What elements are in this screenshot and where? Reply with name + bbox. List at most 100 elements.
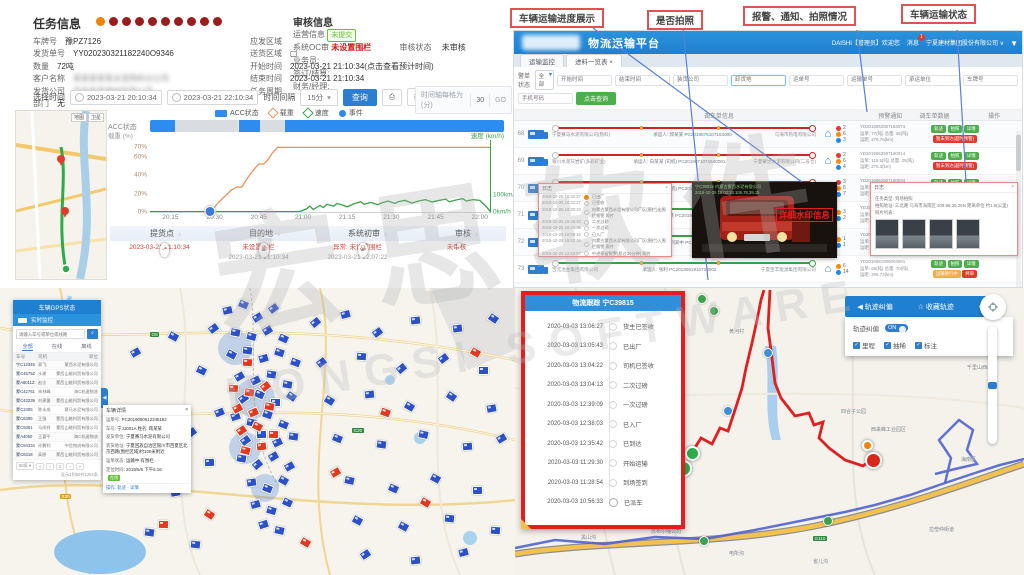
notice-count[interactable]: 6 bbox=[836, 159, 860, 164]
map-type-button[interactable]: 地图 bbox=[71, 113, 87, 122]
photo-thumbnail[interactable] bbox=[929, 219, 953, 249]
alert-counters[interactable]: 3 6 7 bbox=[836, 180, 860, 197]
vehicle-row[interactable]: 蒙C9381马成祥蒙西山能科贸有限公司 bbox=[13, 424, 101, 433]
vehicle-row[interactable]: 蒙C4575Z水建蒙西山能科贸有限公司 bbox=[13, 370, 101, 379]
notice-count[interactable]: 6 bbox=[836, 186, 860, 191]
track-button[interactable]: 轨迹 bbox=[931, 152, 946, 160]
close-icon[interactable]: × bbox=[665, 185, 668, 192]
export-button[interactable]: ⎙ bbox=[382, 89, 402, 106]
phone-filter-input[interactable] bbox=[518, 93, 573, 104]
vehicle-marker-online[interactable] bbox=[265, 369, 277, 379]
vehicle-marker-online[interactable] bbox=[204, 458, 215, 467]
route-track-map[interactable]: 家景牧源产业园乌达工业园区黄河村一棵树乌海西站乌斯太汽车站四合子公园千里山西站庆… bbox=[515, 288, 1024, 575]
vehicle-row[interactable]: 蒙C43239刘建番蒙西山能科贸有限公司 bbox=[13, 397, 101, 406]
zoom-handle[interactable] bbox=[988, 382, 997, 389]
axis-interval-value[interactable]: 30 bbox=[470, 94, 490, 107]
alarm-count[interactable]: 3 bbox=[836, 180, 860, 185]
home-icon[interactable]: ⌂ bbox=[820, 155, 836, 167]
realtime-monitor-row[interactable]: 实时监控 bbox=[13, 314, 101, 326]
vehicle-row[interactable]: 蒙C84334孙鹏利中信物流有限公司 bbox=[13, 442, 101, 451]
query-button[interactable]: 查询 bbox=[343, 89, 377, 106]
status-pill-2[interactable]: 终审 bbox=[962, 270, 977, 278]
legend-item[interactable]: 事件 bbox=[339, 108, 363, 118]
legend-item[interactable]: 速度 bbox=[304, 108, 329, 118]
photo-button[interactable]: 拍照 bbox=[948, 125, 963, 133]
option-checkbox[interactable]: 标注 bbox=[915, 340, 937, 350]
legend-item[interactable]: 载重 bbox=[269, 108, 294, 118]
vehicle-row[interactable]: 蒙A4050王喜平海C机速物流 bbox=[13, 433, 101, 442]
table-row[interactable]: 73 吉元冶金集团有限公司 承运人: 张利 PC2019081910720002 bbox=[514, 256, 1022, 283]
vehicle-marker-online[interactable] bbox=[287, 431, 299, 441]
filter-input[interactable] bbox=[673, 75, 728, 86]
table-row[interactable]: 69 银川水泥灰岩矿(多彩矿业) 承运人: 白某某 (司机) PC2019071… bbox=[514, 148, 1022, 175]
interval-select[interactable]: 15分 bbox=[300, 89, 338, 106]
pager-button[interactable]: » bbox=[76, 463, 84, 470]
photo-button[interactable]: 拍照 bbox=[948, 260, 963, 268]
filter-input[interactable] bbox=[731, 75, 786, 86]
vehicle-marker-online[interactable] bbox=[375, 439, 387, 449]
vehicle-marker-online[interactable] bbox=[490, 526, 502, 536]
alarm-count[interactable]: 2 bbox=[836, 126, 860, 131]
filter-input[interactable] bbox=[847, 75, 902, 86]
collapse-caret-icon[interactable]: ▼ bbox=[1010, 39, 1018, 48]
status-filter-select[interactable]: 全部 bbox=[535, 70, 554, 90]
vehicle-row[interactable]: 蒙C6318高原蒙西山能科贸有限公司 bbox=[13, 451, 101, 460]
track-link[interactable]: 轨迹 bbox=[117, 485, 126, 490]
home-icon[interactable]: ⌂ bbox=[820, 128, 836, 140]
poi-marker[interactable] bbox=[709, 306, 719, 316]
route-point-marker[interactable] bbox=[862, 440, 873, 451]
legend-item[interactable]: ACC状态 bbox=[215, 108, 259, 118]
company-select[interactable]: 宁夏建材集团股份有限公司 ∨ bbox=[926, 38, 1004, 47]
vehicle-marker-online[interactable] bbox=[190, 539, 202, 549]
vehicle-marker-online[interactable] bbox=[143, 527, 155, 537]
track-correct-button[interactable]: ◀ 轨迹纠偏 bbox=[857, 302, 892, 312]
pager-button[interactable]: 1 bbox=[56, 463, 64, 470]
vehicle-marker-online[interactable] bbox=[245, 477, 257, 487]
truck-photo[interactable]: 宁C39815 内蒙古蒙西水泥有限公司2018-10-25 16:02:33 1… bbox=[692, 182, 837, 258]
table-row[interactable]: 68 宁夏赛马水泥有限公司(熟料) 承运人: 郭某某 PC20196751071… bbox=[514, 121, 1022, 148]
vehicle-marker-online[interactable] bbox=[356, 352, 368, 362]
photo-count[interactable]: 14 bbox=[836, 270, 860, 275]
route-mini-map[interactable]: 地图卫星 bbox=[15, 110, 107, 280]
close-icon[interactable]: × bbox=[1011, 184, 1014, 191]
vehicle-marker-online[interactable] bbox=[229, 327, 241, 338]
tab-transport-monitor[interactable]: 运输监控 bbox=[520, 54, 564, 67]
time-from-input[interactable]: 2023-03-21 20:10:34 bbox=[70, 90, 162, 105]
vehicle-marker-alarm[interactable] bbox=[158, 520, 169, 529]
vehicle-row[interactable]: 宁C12345郭飞蒙西水泥有限公司 bbox=[13, 361, 101, 370]
load-speed-chart[interactable]: 70%60%40%20%0% 100km/h0km/h bbox=[150, 140, 491, 213]
vehicle-row[interactable]: 蒙A8011Z赵志蒙西山能科贸有限公司 bbox=[13, 379, 101, 388]
photo-count[interactable]: 2 bbox=[836, 216, 860, 221]
vehicle-row[interactable]: 蒙C42761宋林峰海C机速物流 bbox=[13, 388, 101, 397]
tab-all[interactable]: 全部 bbox=[22, 343, 32, 351]
vehicle-marker-online[interactable] bbox=[451, 323, 463, 333]
pager-button[interactable]: ‹ bbox=[46, 463, 53, 470]
tab-inbound-list[interactable]: 进料一览表 × bbox=[566, 54, 622, 67]
pager-button[interactable]: › bbox=[66, 463, 73, 470]
alert-counters[interactable]: 6 14 bbox=[836, 264, 860, 275]
track-button[interactable]: 轨迹 bbox=[931, 260, 946, 268]
detail-button[interactable]: 详情 bbox=[964, 125, 979, 133]
vehicle-marker-alarm[interactable] bbox=[256, 441, 268, 451]
page-size-select[interactable]: 50条 ▾ bbox=[16, 462, 34, 470]
vehicle-marker-online[interactable] bbox=[364, 389, 376, 399]
vehicle-marker-alarm[interactable] bbox=[243, 387, 255, 397]
event-dot[interactable] bbox=[204, 206, 215, 217]
poi-marker[interactable] bbox=[699, 536, 709, 546]
detail-link[interactable]: 详情 bbox=[130, 485, 139, 490]
correct-toggle[interactable]: ON bbox=[885, 324, 908, 332]
notice-count[interactable]: 6 bbox=[836, 264, 860, 269]
photo-count[interactable]: 3 bbox=[836, 138, 860, 143]
filter-input[interactable] bbox=[963, 75, 1018, 86]
photo-thumbnail[interactable] bbox=[875, 219, 899, 249]
vehicle-marker-alarm[interactable] bbox=[242, 358, 254, 368]
option-checkbox[interactable]: 抽稀 bbox=[884, 340, 906, 350]
messages-link[interactable]: 消息1 bbox=[907, 38, 919, 47]
poi-marker[interactable] bbox=[823, 516, 833, 526]
vehicle-row[interactable]: 蒙C2405陈永成赛马水泥有限公司 bbox=[13, 406, 101, 415]
favorite-track-button[interactable]: ☆ 收藏轨迹 bbox=[918, 302, 954, 312]
vehicle-marker-alarm[interactable] bbox=[263, 401, 275, 412]
vehicle-marker-online[interactable] bbox=[410, 555, 422, 565]
filter-input[interactable] bbox=[789, 75, 844, 86]
filter-input[interactable] bbox=[557, 75, 612, 86]
